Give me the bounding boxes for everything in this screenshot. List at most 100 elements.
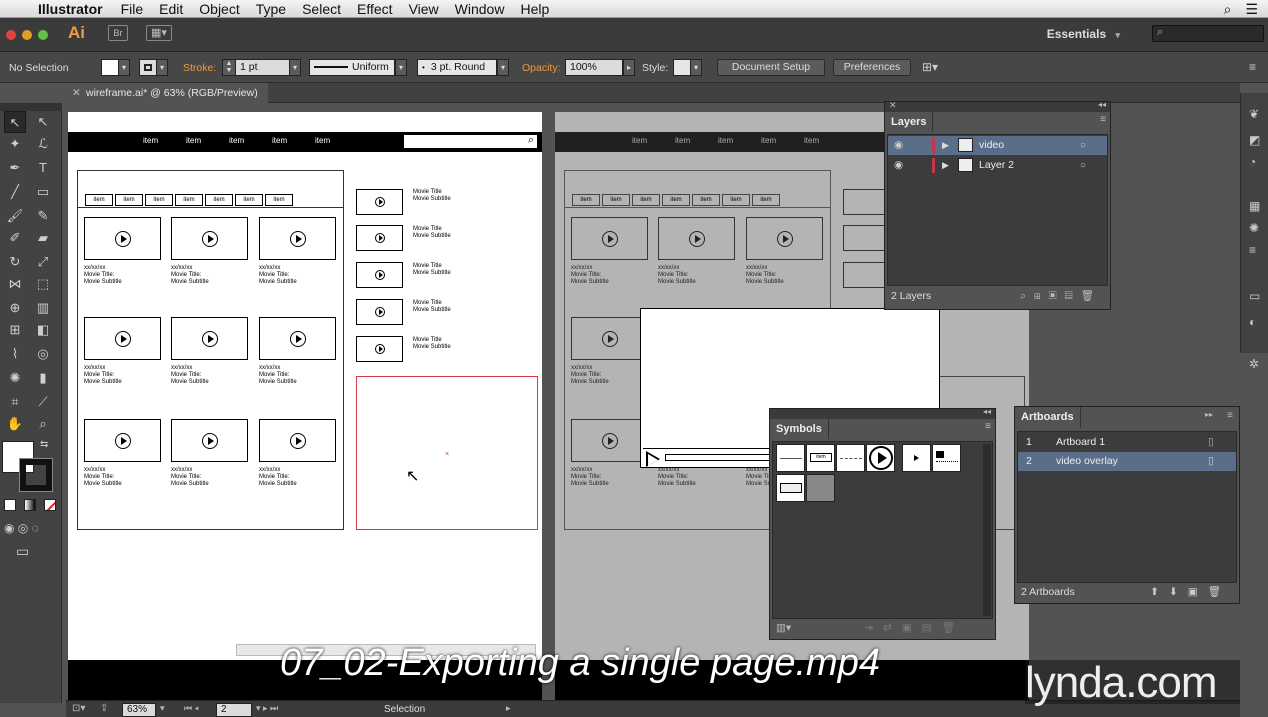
opacity-label[interactable]: Opacity:: [522, 62, 561, 74]
scale-tool-icon[interactable]: ⤢: [32, 251, 54, 273]
menu-window[interactable]: Window: [447, 0, 513, 18]
symbols-panel-tab[interactable]: Symbols: [770, 419, 829, 439]
artboard-1[interactable]: item item item item item ⌕ item item ite…: [68, 112, 542, 700]
document-setup-button[interactable]: Document Setup: [717, 59, 825, 76]
menu-effect[interactable]: Effect: [349, 0, 401, 18]
spotlight-search-icon[interactable]: ⌕: [1224, 0, 1232, 18]
minimize-window-button[interactable]: [22, 30, 32, 40]
artboard-name[interactable]: Artboard 1: [1056, 433, 1105, 452]
expand-layer-icon[interactable]: ▶: [942, 136, 949, 155]
perspective-grid-tool-icon[interactable]: ▥: [32, 297, 54, 319]
artboard-row-2[interactable]: 2 video overlay ▯: [1018, 452, 1236, 471]
layer-actions-icons[interactable]: ⌕⊞▣▤🗑: [1020, 287, 1102, 305]
expand-panel-icon[interactable]: ▸▸: [1205, 410, 1213, 419]
stroke-weight-input[interactable]: 1 pt: [235, 59, 290, 76]
color-icon[interactable]: ◔: [1249, 155, 1256, 169]
expand-layer-icon[interactable]: ▶: [942, 156, 949, 175]
none-mode-icon[interactable]: [44, 499, 56, 511]
swatches-icon[interactable]: ▦: [1249, 199, 1260, 213]
layer-name[interactable]: Layer 2: [979, 156, 1014, 175]
close-panel-icon[interactable]: ✕: [889, 100, 897, 111]
gradient-mode-icon[interactable]: [24, 499, 36, 511]
menu-type[interactable]: Type: [248, 0, 294, 18]
zoom-dropdown[interactable]: ▾: [160, 703, 165, 714]
gradient-tool-icon[interactable]: ◧: [32, 319, 54, 341]
lasso-tool-icon[interactable]: ℒ: [32, 133, 54, 155]
opacity-input[interactable]: 100%: [565, 59, 623, 76]
graphic-style-swatch[interactable]: [673, 59, 691, 76]
gradient-panel-icon[interactable]: ▭: [1249, 289, 1260, 303]
document-tab[interactable]: ✕ wireframe.ai* @ 63% (RGB/Preview): [66, 83, 268, 103]
close-window-button[interactable]: [6, 30, 16, 40]
layer-name[interactable]: video: [979, 136, 1004, 155]
rotate-tool-icon[interactable]: ↻: [4, 251, 26, 273]
color-mode-icon[interactable]: [4, 499, 16, 511]
eyedropper-tool-icon[interactable]: ⌇: [4, 343, 26, 365]
symbol-swatch[interactable]: [776, 474, 805, 502]
direct-selection-tool-icon[interactable]: ↖: [32, 111, 54, 133]
menu-view[interactable]: View: [401, 0, 447, 18]
artboard-row-1[interactable]: 1 Artboard 1 ▯: [1018, 433, 1236, 452]
brushes-icon[interactable]: ✺: [1249, 221, 1259, 235]
stroke-panel-icon[interactable]: ≡: [1249, 243, 1256, 257]
artboard-nav-next-icons[interactable]: ▾ ▸ ⏭: [256, 703, 278, 714]
panel-menu-icon[interactable]: ≡: [1227, 410, 1233, 421]
target-circle-icon[interactable]: ○: [1080, 136, 1086, 155]
panel-menu-icon[interactable]: ≡: [1100, 114, 1106, 125]
brush-definition[interactable]: • 3 pt. Round: [417, 59, 497, 76]
magic-wand-tool-icon[interactable]: ✦: [4, 133, 26, 155]
transparency-icon[interactable]: ◐: [1249, 315, 1256, 329]
visibility-eye-icon[interactable]: ◉: [894, 136, 903, 155]
color-guide-icon[interactable]: ◩: [1249, 133, 1260, 147]
slice-tool-icon[interactable]: ⟋: [32, 391, 54, 413]
symbol-swatch[interactable]: [902, 444, 931, 472]
eraser-tool-icon[interactable]: ▰: [32, 227, 54, 249]
preferences-button[interactable]: Preferences: [833, 59, 911, 76]
menu-help[interactable]: Help: [512, 0, 557, 18]
menu-select[interactable]: Select: [294, 0, 349, 18]
free-transform-tool-icon[interactable]: ⬚: [32, 273, 54, 295]
arrange-documents-icon[interactable]: ▦▾: [146, 25, 172, 41]
swap-fill-stroke-icon[interactable]: ⇆: [40, 439, 48, 450]
symbol-libraries-icon[interactable]: ▥▾: [776, 622, 791, 634]
artboard-nav-prev-icons[interactable]: ⏮ ◂: [184, 703, 199, 714]
variable-width-profile[interactable]: Uniform: [309, 59, 395, 76]
rectangle-tool-icon[interactable]: ▭: [32, 181, 54, 203]
stroke-color-swatch[interactable]: [139, 59, 157, 76]
stroke-weight-stepper[interactable]: ▲ ▼: [222, 59, 236, 76]
layer-row-video[interactable]: ◉ ▶ video ○: [888, 136, 1107, 155]
pen-tool-icon[interactable]: ✒: [4, 157, 26, 179]
appearance-icon[interactable]: ❦: [1249, 107, 1259, 121]
style-dropdown[interactable]: ▾: [690, 59, 702, 76]
close-tab-icon[interactable]: ✕: [72, 83, 81, 103]
artboard-actions-icons[interactable]: ⬆⬇▣🗑: [1150, 583, 1231, 601]
panel-menu-icon[interactable]: ≡: [985, 421, 991, 432]
menu-list-icon[interactable]: ☰: [1245, 0, 1258, 18]
type-tool-icon[interactable]: T: [32, 157, 54, 179]
status-menu-icon[interactable]: ▸: [506, 703, 511, 714]
brush-dropdown[interactable]: ▾: [497, 59, 509, 76]
workspace-switcher[interactable]: Essentials ▾: [1047, 27, 1120, 41]
target-circle-icon[interactable]: ○: [1080, 156, 1086, 175]
symbols-scrollbar[interactable]: [983, 444, 991, 616]
collapse-panel-icon[interactable]: ◂◂: [1098, 100, 1106, 109]
bridge-button[interactable]: Br: [108, 25, 128, 41]
symbol-sprayer-tool-icon[interactable]: ✺: [4, 367, 26, 389]
zoom-level-input[interactable]: 63%: [122, 703, 156, 717]
stroke-swatch[interactable]: [19, 458, 53, 492]
profile-dropdown[interactable]: ▾: [395, 59, 407, 76]
hand-tool-icon[interactable]: ✋: [4, 413, 26, 435]
artboard-options-icon[interactable]: ▯: [1208, 433, 1214, 452]
blend-tool-icon[interactable]: ◎: [32, 343, 54, 365]
symbol-actions-icons[interactable]: ⇥⇄▣▤🗑: [864, 619, 965, 637]
artboard-tool-icon[interactable]: ⌗: [4, 391, 26, 413]
blob-brush-tool-icon[interactable]: ✐: [4, 227, 26, 249]
layer-row-layer-2[interactable]: ◉ ▶ Layer 2 ○: [888, 156, 1107, 175]
artboards-panel-tab[interactable]: Artboards: [1015, 407, 1081, 428]
width-tool-icon[interactable]: ⋈: [4, 273, 26, 295]
fill-dropdown[interactable]: ▾: [118, 59, 130, 76]
graphic-styles-icon[interactable]: ✲: [1249, 357, 1259, 371]
help-search-input[interactable]: ⌕: [1152, 25, 1264, 42]
symbol-swatch[interactable]: [932, 444, 961, 472]
layers-panel-tab[interactable]: Layers: [885, 112, 934, 132]
